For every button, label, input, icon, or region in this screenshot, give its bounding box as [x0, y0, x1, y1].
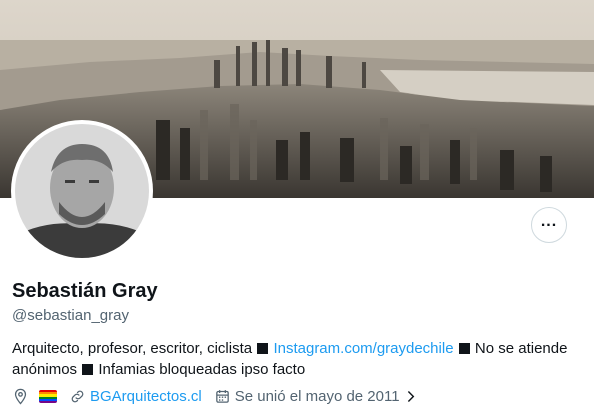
website-item: BGArquitectos.cl — [69, 388, 202, 405]
bio-text-1: Arquitecto, profesor, escritor, ciclista — [12, 340, 253, 357]
joined-item[interactable]: Se unió el mayo de 2011 — [214, 388, 419, 405]
calendar-icon — [215, 390, 229, 403]
bio-text-3: Infamias bloqueadas ipso facto — [98, 361, 306, 378]
rainbow-flag-icon — [39, 390, 57, 403]
location-pin-icon — [14, 388, 27, 405]
avatar-image — [15, 124, 149, 258]
website-link[interactable]: BGArquitectos.cl — [90, 388, 202, 405]
profile-handle: @sebastian_gray — [12, 307, 129, 324]
link-icon — [71, 390, 84, 403]
profile-display-name: Sebastián Gray — [12, 280, 158, 302]
black-square-icon — [82, 364, 94, 375]
black-square-icon — [257, 343, 269, 354]
more-horizontal-icon: ... — [540, 213, 558, 230]
profile-meta: BGArquitectos.cl Se unió el mayo de 2011 — [12, 388, 431, 405]
location-item — [12, 388, 57, 405]
more-options-button[interactable]: ... — [531, 207, 567, 243]
joined-date: Se unió el mayo de 2011 — [234, 388, 400, 405]
profile-avatar[interactable] — [11, 120, 153, 262]
chevron-right-icon — [407, 391, 414, 402]
profile-bio: Arquitecto, profesor, escritor, ciclista… — [12, 338, 572, 380]
bio-instagram-link[interactable]: Instagram.com/graydechile — [273, 340, 453, 357]
black-square-icon — [458, 343, 470, 354]
